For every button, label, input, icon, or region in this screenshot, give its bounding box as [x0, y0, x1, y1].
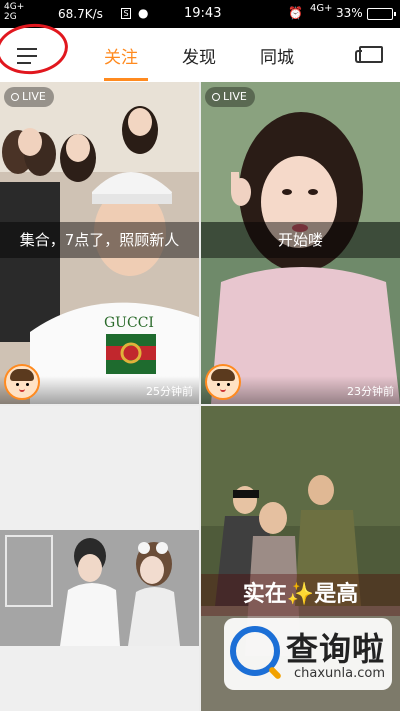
menu-button[interactable]	[14, 42, 40, 68]
svg-text:GUCCI: GUCCI	[104, 315, 154, 331]
avatar-hair	[211, 369, 235, 381]
tab-nearby[interactable]: 同城	[260, 43, 294, 68]
active-tab-indicator	[104, 78, 148, 81]
network-type-secondary: 2G	[4, 12, 17, 22]
watermark-domain: chaxunla.com	[294, 666, 385, 681]
live-badge: LIVE	[4, 87, 54, 107]
network-indicator: 4G+ 2G	[4, 2, 24, 22]
watermark-logo: 查询啦 chaxunla.com	[224, 618, 392, 690]
video-thumbnail	[0, 406, 199, 711]
avatar-eye	[16, 383, 19, 386]
live-badge: LIVE	[205, 87, 255, 107]
tab-discover[interactable]: 发现	[182, 43, 216, 68]
qq-icon: ●	[138, 6, 149, 20]
watermark-title: 查询啦	[286, 630, 386, 668]
avatar[interactable]	[4, 364, 40, 400]
stream-caption: 实在✨是高	[201, 574, 400, 616]
menu-icon-line	[17, 48, 37, 50]
menu-icon-line	[17, 62, 31, 64]
menu-icon-line	[17, 55, 37, 57]
avatar-hair	[10, 369, 34, 381]
time-ago: 23分钟前	[347, 385, 394, 398]
avatar[interactable]	[205, 364, 241, 400]
avatar-mouth	[19, 389, 25, 392]
avatar-eye	[26, 383, 29, 386]
stream-caption: 集合，7点了，照顾新人	[0, 222, 199, 258]
feed-card-2[interactable]: LIVE 开始喽 23分钟前	[201, 82, 400, 404]
network-speed: 68.7K/s	[58, 7, 103, 21]
clock: 19:43	[184, 6, 222, 21]
battery-percent: 33%	[336, 6, 363, 20]
avatar-mouth	[220, 389, 226, 392]
battery-icon	[367, 8, 396, 20]
alarm-icon: ⏰	[288, 6, 303, 20]
avatar-eye	[217, 383, 220, 386]
avatar-eye	[227, 383, 230, 386]
magnifier-logo-icon	[230, 626, 280, 676]
stream-caption: 开始喽	[201, 222, 400, 258]
feed-card-1[interactable]: GUCCI LIVE 集合，7点了，照顾新人 25分钟前	[0, 82, 199, 404]
tab-following[interactable]: 关注	[104, 43, 138, 68]
status-bar: 4G+ 2G 68.7K/s S ● 19:43 ⏰ 4G+ 33%	[0, 0, 400, 28]
s-app-icon: S	[121, 8, 131, 19]
feed-card-3[interactable]	[0, 406, 199, 711]
time-ago: 25分钟前	[146, 385, 193, 398]
live-stream-icon[interactable]	[355, 46, 383, 63]
network-type-primary: 4G+	[4, 2, 25, 12]
network-type-right: 4G+	[310, 3, 333, 14]
top-nav: 关注 发现 同城	[0, 20, 400, 82]
